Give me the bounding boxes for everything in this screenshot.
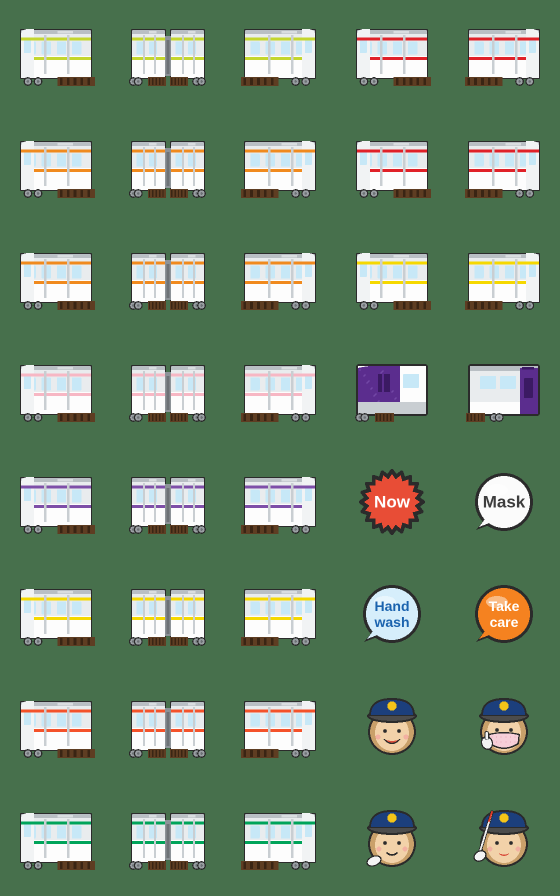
lime-line-train-rear-car-icon [238,14,322,98]
orange-band-train-front-car-icon [14,238,98,322]
sticker-cell-green-line-train-front-car[interactable] [0,784,112,896]
svg-text:Take: Take [489,598,520,614]
orange-line-train-front-car-icon [14,126,98,210]
orange-band-train-rear-car-icon [238,238,322,322]
orange-line-train-coupled-cars-icon [126,126,210,210]
sticker-cell-orange-band-train-rear-car[interactable] [224,224,336,336]
now-starburst-badge-icon: Now [350,462,434,546]
red-white-commuter-rear-car-icon [462,14,546,98]
sticker-cell-vermilion-line-train-rear-car[interactable] [224,672,336,784]
sticker-cell-mask-speech-bubble-badge[interactable]: Mask [448,448,560,560]
sticker-cell-lime-line-train-coupled-cars[interactable] [112,0,224,112]
violet-line-train-front-car-icon [14,462,98,546]
sticker-cell-woman-conductor-smiling-face[interactable] [336,672,448,784]
svg-text:Mask: Mask [483,493,526,512]
sticker-cell-yellow-band-train-coupled-cars[interactable] [112,560,224,672]
pink-line-train-rear-car-icon [238,350,322,434]
sticker-cell-violet-line-train-rear-car[interactable] [224,448,336,560]
svg-text:wash: wash [373,614,409,630]
yellow-band-train-rear-car-icon [238,574,322,658]
sticker-cell-orange-band-train-front-car[interactable] [0,224,112,336]
orange-line-train-rear-car-icon [238,126,322,210]
vermilion-line-train-rear-car-icon [238,686,322,770]
sticker-cell-vermilion-line-train-coupled-cars[interactable] [112,672,224,784]
woman-conductor-gloved-hand-face-icon [350,798,434,882]
sticker-cell-orange-line-train-rear-car[interactable] [224,112,336,224]
sticker-cell-orange-line-train-coupled-cars[interactable] [112,112,224,224]
green-line-train-rear-car-icon [238,798,322,882]
svg-text:Hand: Hand [375,598,410,614]
woman-conductor-pointing-baton-face-icon [462,798,546,882]
purple-sleeper-passenger-car-icon [462,350,546,434]
sticker-cell-pink-line-train-front-car[interactable] [0,336,112,448]
sticker-cell-purple-sleeper-passenger-car[interactable] [448,336,560,448]
sticker-cell-hand-wash-speech-bubble-badge[interactable]: Hand wash [336,560,448,672]
green-line-train-coupled-cars-icon [126,798,210,882]
sticker-cell-yellow-line-train-front-car[interactable] [336,224,448,336]
green-line-train-front-car-icon [14,798,98,882]
vermilion-line-train-front-car-icon [14,686,98,770]
red-white-commuter-front-car-icon [350,14,434,98]
sticker-cell-green-line-train-rear-car[interactable] [224,784,336,896]
sticker-cell-purple-sleeper-locomotive[interactable] [336,336,448,448]
sticker-cell-vermilion-line-train-front-car[interactable] [0,672,112,784]
sticker-cell-red-white-commuter-rear-car[interactable] [448,0,560,112]
woman-conductor-wearing-mask-face-icon [462,686,546,770]
take-care-speech-bubble-badge-icon: Take care [462,574,546,658]
svg-text:care: care [490,614,519,630]
mask-speech-bubble-badge-icon: Mask [462,462,546,546]
sticker-cell-red-white-commuter-front-car[interactable] [336,0,448,112]
yellow-line-train-rear-car-icon [462,238,546,322]
vermilion-line-train-coupled-cars-icon [126,686,210,770]
pink-line-train-coupled-cars-icon [126,350,210,434]
lime-line-train-coupled-cars-icon [126,14,210,98]
sticker-cell-orange-line-train-front-car[interactable] [0,112,112,224]
lime-line-train-front-car-icon [14,14,98,98]
sticker-cell-lime-line-train-rear-car[interactable] [224,0,336,112]
woman-conductor-smiling-face-icon [350,686,434,770]
violet-line-train-coupled-cars-icon [126,462,210,546]
sticker-cell-now-starburst-badge[interactable]: Now [336,448,448,560]
orange-band-train-coupled-cars-icon [126,238,210,322]
hand-wash-speech-bubble-badge-icon: Hand wash [350,574,434,658]
sticker-cell-woman-conductor-gloved-hand-face[interactable] [336,784,448,896]
red-stripe-express-rear-car-icon [462,126,546,210]
sticker-cell-take-care-speech-bubble-badge[interactable]: Take care [448,560,560,672]
sticker-cell-woman-conductor-wearing-mask-face[interactable] [448,672,560,784]
svg-text:Now: Now [374,493,411,512]
sticker-cell-yellow-band-train-rear-car[interactable] [224,560,336,672]
red-stripe-express-front-car-icon [350,126,434,210]
yellow-band-train-front-car-icon [14,574,98,658]
yellow-band-train-coupled-cars-icon [126,574,210,658]
yellow-line-train-front-car-icon [350,238,434,322]
sticker-cell-pink-line-train-coupled-cars[interactable] [112,336,224,448]
emoji-sticker-grid: Now Mask Hand wash Take care [0,0,560,896]
violet-line-train-rear-car-icon [238,462,322,546]
sticker-cell-lime-line-train-front-car[interactable] [0,0,112,112]
sticker-cell-red-stripe-express-rear-car[interactable] [448,112,560,224]
purple-sleeper-locomotive-icon [350,350,434,434]
sticker-cell-violet-line-train-coupled-cars[interactable] [112,448,224,560]
sticker-cell-orange-band-train-coupled-cars[interactable] [112,224,224,336]
sticker-cell-pink-line-train-rear-car[interactable] [224,336,336,448]
pink-line-train-front-car-icon [14,350,98,434]
sticker-cell-yellow-band-train-front-car[interactable] [0,560,112,672]
sticker-cell-violet-line-train-front-car[interactable] [0,448,112,560]
sticker-cell-woman-conductor-pointing-baton-face[interactable] [448,784,560,896]
sticker-cell-red-stripe-express-front-car[interactable] [336,112,448,224]
sticker-cell-green-line-train-coupled-cars[interactable] [112,784,224,896]
sticker-cell-yellow-line-train-rear-car[interactable] [448,224,560,336]
